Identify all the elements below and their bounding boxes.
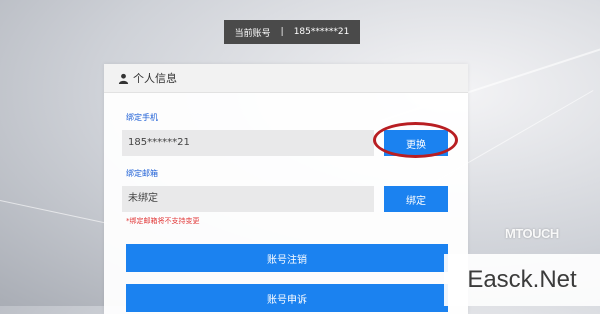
cancel-account-button[interactable]: 账号注销 (126, 244, 448, 272)
personal-info-card: 个人信息 绑定手机 185******21 更换 绑定邮箱 未绑定 绑定 *绑定… (104, 64, 468, 314)
account-separator: | (280, 27, 284, 37)
person-icon (118, 73, 129, 84)
email-note: *绑定邮箱将不支持变更 (126, 217, 200, 225)
highlight-circle (373, 122, 458, 158)
bind-email-button[interactable]: 绑定 (384, 186, 448, 212)
account-label: 当前账号 (234, 28, 271, 39)
background-streak (0, 200, 108, 224)
account-value: 185******21 (293, 27, 350, 37)
email-field: 未绑定 (122, 186, 374, 212)
phone-field: 185******21 (122, 130, 374, 156)
site-watermark: Easck.Net (444, 254, 600, 306)
account-appeal-button[interactable]: 账号申诉 (126, 284, 448, 312)
email-label: 绑定邮箱 (126, 169, 158, 178)
mtouch-watermark: MTOUCH (505, 226, 559, 241)
card-title: 个人信息 (133, 72, 177, 85)
card-header: 个人信息 (104, 64, 468, 93)
phone-label: 绑定手机 (126, 113, 158, 122)
current-account-bar: 当前账号 | 185******21 (224, 20, 360, 44)
